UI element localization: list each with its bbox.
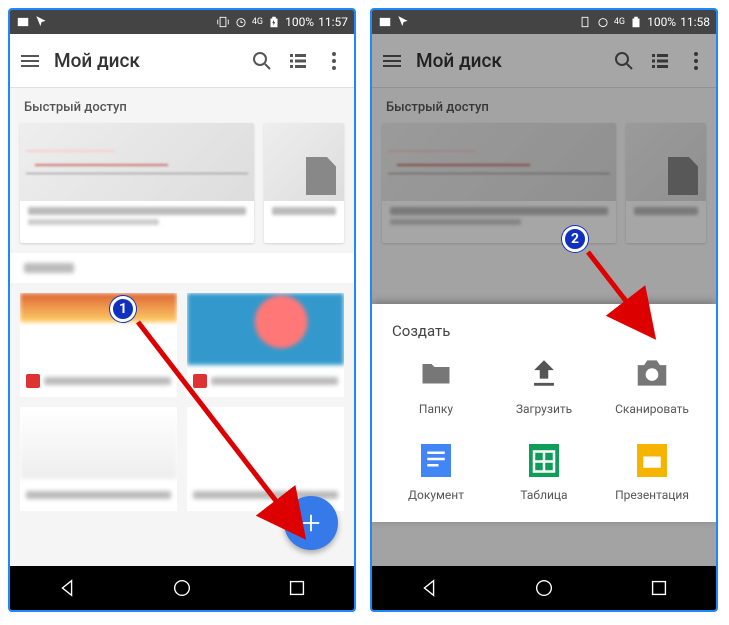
quick-card[interactable] xyxy=(264,123,344,243)
vibrate-icon xyxy=(216,15,230,29)
alarm-icon xyxy=(234,15,248,29)
overflow-icon[interactable] xyxy=(322,49,346,73)
view-list-icon[interactable] xyxy=(286,49,310,73)
recents-button[interactable] xyxy=(286,577,308,599)
create-folder[interactable]: Папку xyxy=(382,354,490,416)
app-bar: Мой диск xyxy=(10,34,354,88)
fab-add-button[interactable] xyxy=(284,496,338,550)
item-label: Таблица xyxy=(520,488,567,502)
screen-1-my-drive: 4G 100% 11:57 Мой диск Быстрый доступ xyxy=(8,8,356,612)
drive-content: Быстрый доступ 1 xyxy=(10,88,354,566)
sheet-title: Создать xyxy=(382,318,706,354)
create-sheet[interactable]: Таблица xyxy=(490,440,598,502)
gallery-icon xyxy=(378,15,392,29)
cursor-icon xyxy=(396,15,410,29)
home-button[interactable] xyxy=(171,577,193,599)
home-button[interactable] xyxy=(533,577,555,599)
create-upload[interactable]: Загрузить xyxy=(490,354,598,416)
battery-label: 100% xyxy=(285,15,314,29)
status-bar: 4G 100% 11:58 xyxy=(372,10,716,34)
item-label: Документ xyxy=(408,488,464,502)
recents-button[interactable] xyxy=(648,577,670,599)
item-label: Загрузить xyxy=(516,402,572,416)
screen-2-create-sheet: 4G 100% 11:58 Мой диск Быстрый доступ Со… xyxy=(370,8,718,612)
network-label: 4G xyxy=(614,17,625,27)
create-slides[interactable]: Презентация xyxy=(598,440,706,502)
camera-icon xyxy=(633,354,671,392)
file-tile[interactable] xyxy=(187,293,344,397)
clock-label: 11:57 xyxy=(318,15,348,29)
alarm-icon xyxy=(596,15,610,29)
gallery-icon xyxy=(16,15,30,29)
item-label: Сканировать xyxy=(615,402,689,416)
docs-icon xyxy=(417,440,455,478)
vibrate-icon xyxy=(578,15,592,29)
item-label: Папку xyxy=(419,402,453,416)
battery-charging-icon xyxy=(267,15,281,29)
cursor-icon xyxy=(34,15,48,29)
back-button[interactable] xyxy=(418,577,440,599)
search-icon[interactable] xyxy=(250,49,274,73)
file-tile[interactable] xyxy=(20,407,177,511)
files-section-header xyxy=(10,253,354,283)
file-tile[interactable] xyxy=(187,407,344,511)
battery-label: 100% xyxy=(647,15,676,29)
nav-bar xyxy=(372,566,716,610)
menu-icon[interactable] xyxy=(18,49,42,73)
folder-icon xyxy=(417,354,455,392)
page-title: Мой диск xyxy=(54,49,238,72)
upload-icon xyxy=(525,354,563,392)
sheets-icon xyxy=(525,440,563,478)
create-scan[interactable]: Сканировать xyxy=(598,354,706,416)
create-bottom-sheet: Создать Папку Загрузить Сканировать Доку… xyxy=(372,304,716,522)
annotation-badge-1: 1 xyxy=(110,296,136,322)
battery-charging-icon xyxy=(629,15,643,29)
annotation-badge-2: 2 xyxy=(562,226,588,252)
nav-bar xyxy=(10,566,354,610)
slides-icon xyxy=(633,440,671,478)
item-label: Презентация xyxy=(615,488,689,502)
quick-card[interactable] xyxy=(20,123,254,243)
back-button[interactable] xyxy=(56,577,78,599)
create-doc[interactable]: Документ xyxy=(382,440,490,502)
file-tile[interactable] xyxy=(20,293,177,397)
status-bar: 4G 100% 11:57 xyxy=(10,10,354,34)
network-label: 4G xyxy=(252,17,263,27)
quick-access-label: Быстрый доступ xyxy=(10,88,354,123)
clock-label: 11:58 xyxy=(680,15,710,29)
